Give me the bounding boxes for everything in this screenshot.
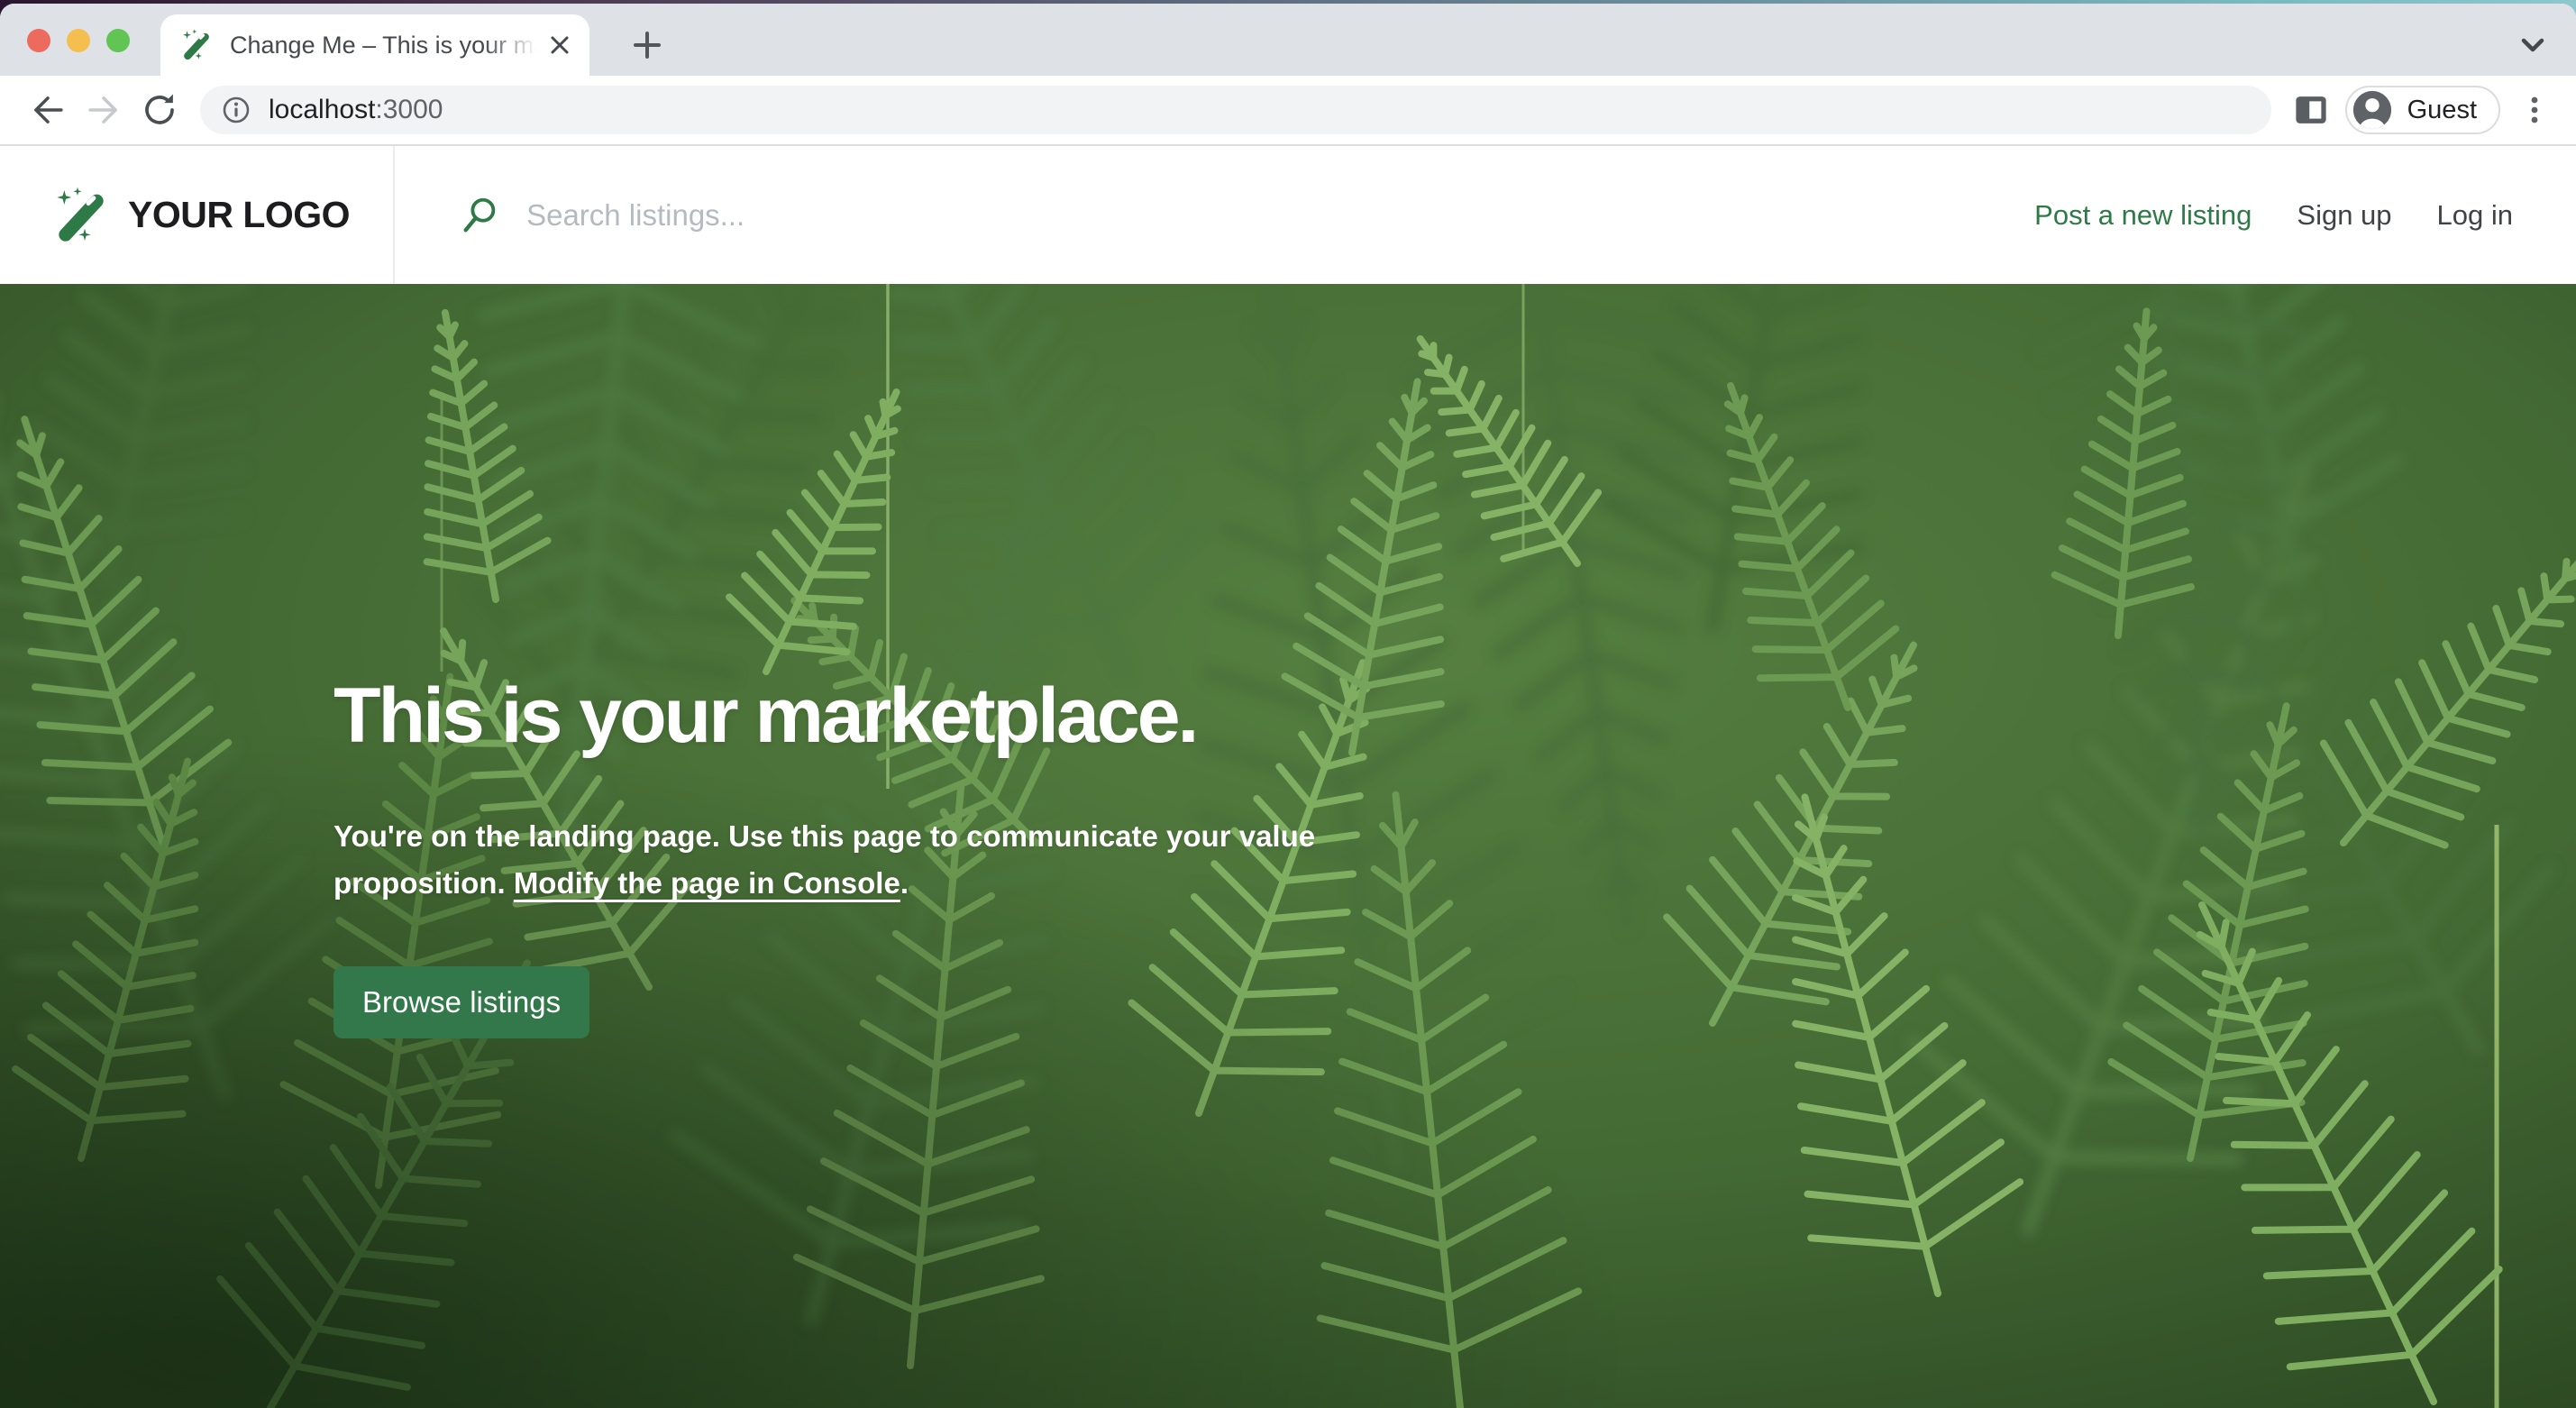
browser-toolbar: localhost:3000 Guest	[0, 76, 2576, 146]
new-tab-button[interactable]	[624, 22, 671, 69]
browser-tab[interactable]: Change Me – This is your marke	[160, 14, 589, 76]
url-port: :3000	[375, 95, 443, 124]
window-close-button[interactable]	[27, 29, 50, 52]
forward-arrow-icon	[85, 91, 123, 129]
search-icon	[460, 195, 501, 236]
side-panel-icon	[2292, 91, 2330, 129]
profile-chip[interactable]: Guest	[2345, 86, 2500, 134]
marketplace-header: YOUR LOGO Post a new listing Sign up Log…	[0, 146, 2576, 284]
address-bar[interactable]: localhost:3000	[200, 86, 2271, 134]
reload-icon	[141, 91, 178, 129]
traffic-lights	[27, 29, 130, 52]
modify-page-console-link[interactable]: Modify the page in Console	[514, 866, 900, 900]
plus-icon	[632, 30, 662, 60]
avatar-icon	[2352, 89, 2393, 131]
search-area	[395, 146, 2034, 284]
logo-link[interactable]: YOUR LOGO	[0, 146, 393, 284]
reload-button[interactable]	[139, 89, 180, 131]
logo-wand-icon	[52, 187, 110, 244]
browse-listings-button[interactable]: Browse listings	[333, 966, 589, 1038]
kebab-menu-icon	[2518, 94, 2551, 126]
forward-button[interactable]	[83, 89, 124, 131]
browser-window: Change Me – This is your marke	[0, 4, 2576, 1408]
log-in-link[interactable]: Log in	[2437, 199, 2513, 232]
hero-subtitle-period: .	[900, 866, 909, 900]
tab-strip: Change Me – This is your marke	[0, 4, 2576, 76]
tab-title: Change Me – This is your marke	[230, 32, 546, 59]
url-host: localhost	[269, 95, 375, 124]
hero-section: This is your marketplace. You're on the …	[0, 284, 2576, 1408]
chevron-down-icon	[2517, 29, 2549, 61]
info-circle-icon[interactable]	[222, 96, 251, 124]
back-button[interactable]	[27, 89, 69, 131]
hero-subtitle: You're on the landing page. Use this pag…	[333, 813, 1316, 907]
header-nav: Post a new listing Sign up Log in	[2034, 146, 2576, 284]
search-input[interactable]	[525, 197, 1174, 233]
hero-title: This is your marketplace.	[333, 672, 1316, 761]
hero-content: This is your marketplace. You're on the …	[333, 672, 1316, 1038]
tab-search-button[interactable]	[2511, 23, 2554, 67]
tab-close-icon[interactable]	[546, 32, 573, 59]
url-text: localhost:3000	[269, 95, 443, 125]
side-panel-button[interactable]	[2289, 88, 2333, 132]
post-new-listing-link[interactable]: Post a new listing	[2034, 199, 2252, 232]
window-zoom-button[interactable]	[106, 29, 130, 52]
browser-menu-button[interactable]	[2513, 88, 2556, 132]
profile-label: Guest	[2407, 96, 2477, 125]
tab-favicon-wand-icon	[180, 29, 213, 61]
logo-text: YOUR LOGO	[128, 194, 350, 236]
sign-up-link[interactable]: Sign up	[2297, 199, 2391, 232]
back-arrow-icon	[29, 91, 67, 129]
window-minimize-button[interactable]	[67, 29, 90, 52]
